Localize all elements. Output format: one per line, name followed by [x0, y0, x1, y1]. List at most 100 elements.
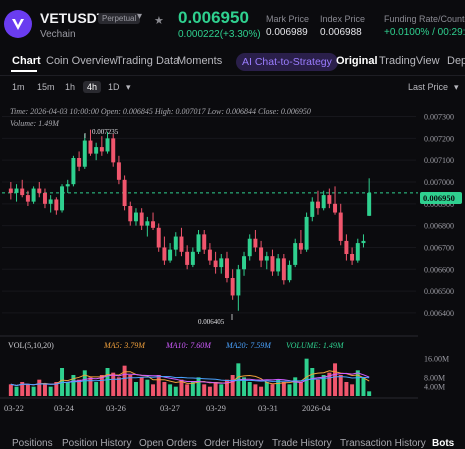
date-axis-label: 03-22 [4, 403, 24, 413]
timeframe-1d[interactable]: 1D [108, 82, 120, 92]
tab-tradingview[interactable]: TradingView [379, 55, 440, 67]
volume-bar [185, 384, 190, 396]
tab-ai-chat-to-strategy[interactable]: AI Chat-to-Strategy [236, 53, 338, 71]
candle [173, 236, 178, 250]
candle [287, 264, 292, 281]
candle [88, 140, 93, 154]
candle [151, 221, 156, 228]
volume-bar [213, 382, 218, 396]
volume-bar [344, 382, 349, 396]
candle [116, 162, 121, 180]
candle [327, 195, 332, 204]
tab-order-history[interactable]: Order History [204, 438, 263, 449]
candle [247, 238, 252, 257]
candle [350, 254, 355, 261]
candle [128, 206, 133, 222]
date-axis-label: 03-29 [206, 403, 226, 413]
candle [162, 247, 167, 261]
candle [133, 212, 138, 222]
candle [94, 147, 99, 154]
tab-open-orders[interactable]: Open Orders [139, 438, 197, 449]
timeframe-1h[interactable]: 1h [65, 82, 75, 92]
timeframe-1m[interactable]: 1m [12, 82, 25, 92]
volume-bar [247, 382, 252, 396]
volume-bar [139, 377, 144, 396]
volume-info: Volume: 1.49M [10, 119, 60, 128]
candle [54, 199, 59, 211]
tab-positions[interactable]: Positions [12, 438, 53, 449]
coin-name: Vechain [40, 29, 76, 40]
mark-price-label: Mark Price [266, 14, 310, 24]
volume-bar [230, 375, 235, 396]
volume-bar [105, 368, 110, 396]
candle [242, 256, 247, 270]
symbol-title[interactable]: VETUSDT [40, 10, 105, 26]
volume-bar [355, 370, 360, 396]
volume-bar [219, 384, 224, 396]
timeframe-4h[interactable]: 4h [83, 81, 102, 93]
tab-trading-data[interactable]: Trading Data [116, 55, 179, 67]
volume-value-label: VOLUME: 1.49M [286, 341, 345, 350]
volume-bar [190, 382, 195, 396]
price-mode-select[interactable]: Last Price [408, 82, 448, 92]
volume-bar [361, 377, 366, 396]
candle [185, 251, 190, 265]
vechain-logo-icon [4, 10, 32, 38]
timeframe-dropdown-icon[interactable]: ▾ [126, 82, 131, 93]
date-axis-label: 03-24 [54, 403, 75, 413]
candle [42, 192, 47, 204]
price-axis-label: 0.006800 [424, 222, 454, 231]
candle [202, 234, 207, 250]
candle [145, 221, 150, 226]
tab-transaction-history[interactable]: Transaction History [340, 438, 426, 449]
candle [48, 199, 53, 204]
tab-position-history[interactable]: Position History [62, 438, 131, 449]
volume-bar [162, 382, 167, 396]
volume-bar [31, 386, 36, 396]
volume-bar [145, 379, 150, 396]
volume-bar [287, 384, 292, 396]
date-axis-label: 03-27 [160, 403, 180, 413]
funding-rate-value: +0.0100% / 00:29:32 [384, 27, 465, 38]
volume-bar [151, 384, 156, 396]
candlestick-chart[interactable]: Time: 2026-04-03 10:00:00 Open: 0.006845… [0, 98, 465, 424]
tab-chart[interactable]: Chart [12, 55, 41, 67]
candle [281, 258, 286, 281]
candle [367, 192, 372, 216]
volume-bar [338, 375, 343, 396]
favorite-star-icon[interactable]: ★ [154, 14, 164, 27]
chevron-down-icon[interactable]: ▾ [137, 11, 142, 22]
mark-price-value: 0.006989 [266, 27, 308, 38]
candle [361, 240, 366, 244]
volume-bar [276, 379, 281, 396]
volume-bar [264, 382, 269, 396]
volume-bar [122, 365, 127, 396]
volume-bar [367, 391, 372, 396]
price-axis-label: 0.007000 [424, 178, 454, 187]
chart-canvas[interactable]: Time: 2026-04-03 10:00:00 Open: 0.006845… [0, 98, 465, 424]
timeframe-15m[interactable]: 15m [37, 82, 55, 92]
price-axis-label: 0.006500 [424, 287, 454, 296]
volume-bar [202, 384, 207, 396]
candle [139, 212, 144, 226]
index-price-value: 0.006988 [320, 27, 362, 38]
candle [31, 188, 36, 202]
price-axis-label: 0.006600 [424, 265, 454, 274]
candle [190, 251, 195, 265]
volume-bar [310, 368, 315, 396]
volume-bar [37, 379, 42, 396]
chevron-down-icon[interactable]: ▾ [454, 82, 459, 93]
candle [304, 216, 309, 250]
high-marker: 0.007235 [92, 128, 119, 136]
tab-moments[interactable]: Moments [177, 55, 222, 67]
volume-bar [315, 379, 320, 396]
candle [264, 256, 269, 261]
volume-bar [65, 382, 70, 396]
tab-depth[interactable]: Depth [447, 55, 465, 67]
tab-original[interactable]: Original [336, 55, 378, 67]
tab-coin-overview[interactable]: Coin Overview [46, 55, 118, 67]
price-axis-label: 0.007200 [424, 134, 454, 143]
tab-trade-history[interactable]: Trade History [272, 438, 332, 449]
candle [207, 249, 212, 261]
tab-bots[interactable]: Bots [432, 438, 454, 449]
